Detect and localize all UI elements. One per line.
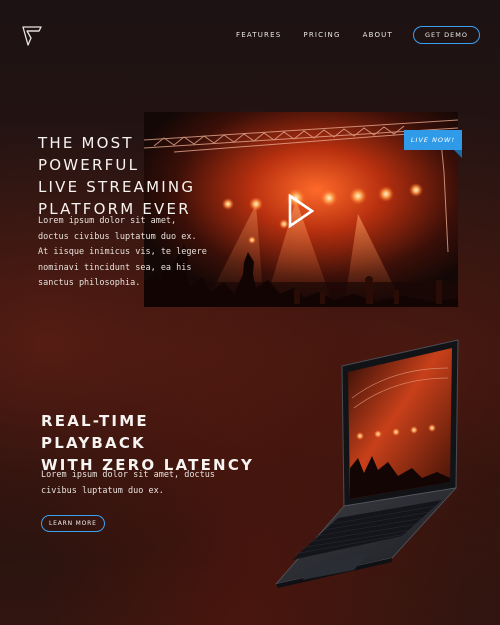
badge-fold-shape [454,150,462,158]
hero-title: THE MOST POWERFUL LIVE STREAMING PLATFOR… [38,134,196,218]
learn-more-button[interactable]: LEARN MORE [41,515,105,532]
nav-features[interactable]: FEATURES [236,31,281,39]
feature-description: Lorem ipsum dolor sit amet, doctus civib… [41,470,215,496]
feature-title: REAL-TIME PLAYBACK WITH ZERO LATENCY [41,412,255,474]
hero-description: Lorem ipsum dolor sit amet, doctus civib… [38,216,207,288]
logo-icon[interactable] [22,26,42,46]
live-now-badge: LIVE NOW! [404,130,462,150]
play-icon[interactable] [288,194,314,228]
nav-pricing[interactable]: PRICING [303,31,340,39]
main-nav: FEATURES PRICING ABOUT GET DEMO [214,26,480,44]
get-demo-button[interactable]: GET DEMO [412,26,480,44]
nav-about[interactable]: ABOUT [363,31,393,39]
laptop-mockup-image [274,339,459,588]
